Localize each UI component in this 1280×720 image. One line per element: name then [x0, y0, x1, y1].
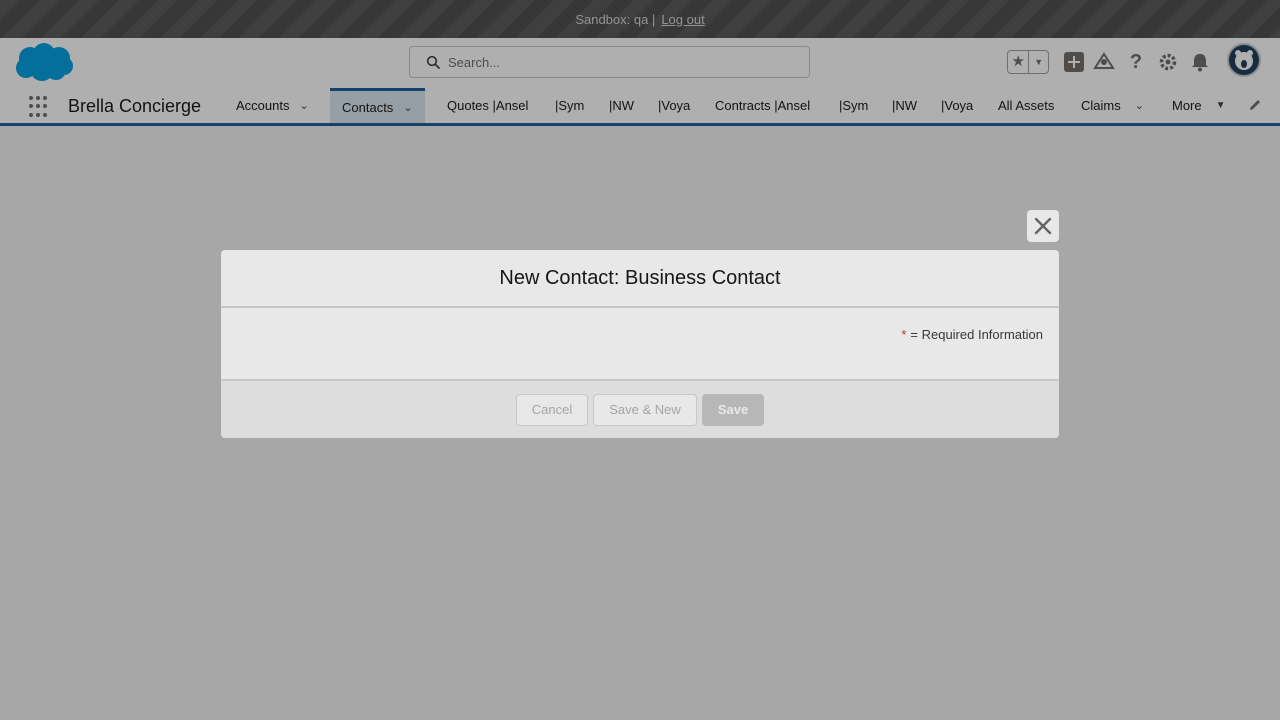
- close-icon: [1034, 217, 1052, 235]
- new-contact-modal: New Contact: Business Contact * = Require…: [221, 250, 1059, 438]
- required-asterisk: *: [901, 327, 907, 342]
- modal-container: New Contact: Business Contact * = Require…: [0, 0, 1280, 720]
- modal-header: New Contact: Business Contact: [221, 250, 1059, 308]
- required-text: = Required Information: [910, 327, 1043, 342]
- modal-title: New Contact: Business Contact: [499, 266, 781, 289]
- required-information-legend: * = Required Information: [901, 327, 1043, 342]
- modal-body: * = Required Information: [221, 308, 1059, 381]
- save-and-new-button[interactable]: Save & New: [593, 393, 697, 426]
- modal-close-button[interactable]: [1027, 210, 1059, 242]
- modal-footer: Cancel Save & New Save: [221, 381, 1059, 438]
- cancel-button[interactable]: Cancel: [515, 393, 589, 426]
- save-button[interactable]: Save: [701, 393, 765, 426]
